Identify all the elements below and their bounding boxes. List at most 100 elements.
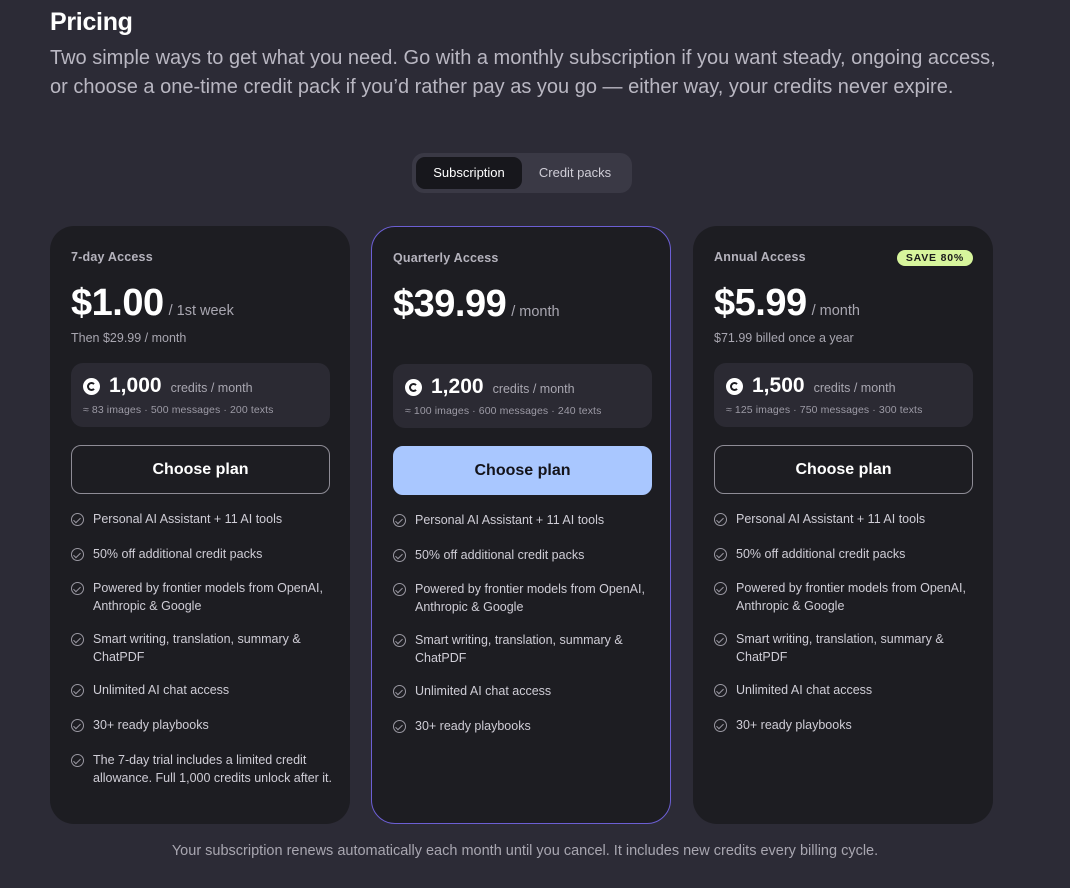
check-circle-icon [393, 685, 406, 698]
feature-item: Smart writing, translation, summary & Ch… [393, 632, 655, 667]
check-circle-icon [71, 633, 84, 646]
feature-item: Powered by frontier models from OpenAI, … [714, 580, 976, 615]
credit-coin-icon [726, 377, 743, 395]
plan-name: Quarterly Access [393, 251, 499, 265]
page-intro: Two simple ways to get what you need. Go… [50, 47, 996, 98]
feature-item: 50% off additional credit packs [714, 546, 905, 564]
choose-plan-button[interactable]: Choose plan [714, 445, 973, 494]
price-row: $1.00 / 1st week [71, 282, 234, 325]
check-circle-icon [393, 634, 406, 647]
feature-item: Unlimited AI chat access [714, 682, 872, 700]
choose-plan-button[interactable]: Choose plan [393, 446, 652, 495]
plan-billing: Then $29.99 / month [71, 331, 187, 345]
feature-text: Unlimited AI chat access [415, 684, 552, 698]
feature-text: Smart writing, translation, summary & Ch… [736, 632, 944, 664]
feature-text: 30+ ready playbooks [415, 719, 531, 733]
feature-text: 50% off additional credit packs [93, 547, 263, 561]
feature-item: Powered by frontier models from OpenAI, … [71, 580, 333, 615]
plan-price: $5.99 [714, 282, 807, 324]
feature-item: 30+ ready playbooks [393, 718, 531, 736]
feature-text: Unlimited AI chat access [736, 683, 873, 697]
check-circle-icon [393, 514, 406, 527]
credits-amount: 1,000 [109, 374, 162, 397]
feature-item: Unlimited AI chat access [393, 683, 551, 701]
pricing-page: Pricing Two simple ways to get what you … [0, 0, 1070, 888]
plan-period: / 1st week [168, 303, 234, 319]
check-circle-icon [393, 549, 406, 562]
credits-amount: 1,200 [431, 375, 484, 398]
toggle-credit-packs[interactable]: Credit packs [522, 157, 628, 189]
feature-text: Unlimited AI chat access [93, 683, 230, 697]
feature-text: Personal AI Assistant + 11 AI tools [415, 513, 605, 527]
plan-billing: $71.99 billed once a year [714, 331, 854, 345]
feature-item: 50% off additional credit packs [393, 547, 584, 565]
plan-period: / month [511, 304, 560, 320]
credit-coin-icon [405, 378, 422, 396]
credits-unit: credits / month [170, 380, 253, 395]
feature-text: Powered by frontier models from OpenAI, … [415, 582, 645, 614]
plan-period: / month [811, 303, 860, 319]
check-circle-icon [714, 582, 727, 595]
feature-text: 30+ ready playbooks [736, 718, 852, 732]
credits-box: 1,000 credits / month ≈ 83 images · 500 … [71, 363, 330, 427]
check-circle-icon [71, 684, 84, 697]
feature-item: Personal AI Assistant + 11 AI tools [393, 512, 604, 530]
check-circle-icon [714, 684, 727, 697]
price-row: $5.99 / month [714, 282, 860, 325]
feature-text: Smart writing, translation, summary & Ch… [415, 633, 623, 665]
feature-item: 30+ ready playbooks [714, 717, 852, 735]
feature-item: Powered by frontier models from OpenAI, … [393, 581, 655, 616]
feature-text: Powered by frontier models from OpenAI, … [93, 581, 323, 613]
feature-text: 30+ ready playbooks [93, 718, 209, 732]
plan-card-annual: Annual Access SAVE 80% $5.99 / month $71… [693, 226, 993, 824]
check-circle-icon [71, 513, 84, 526]
plan-name: Annual Access [714, 250, 806, 264]
feature-text: Personal AI Assistant + 11 AI tools [736, 512, 926, 526]
plan-price: $39.99 [393, 283, 507, 325]
feature-item: Unlimited AI chat access [71, 682, 229, 700]
renewal-note: Your subscription renews automatically e… [171, 843, 879, 859]
save-badge: SAVE 80% [896, 250, 973, 266]
feature-item: Smart writing, translation, summary & Ch… [714, 631, 976, 666]
credits-unit: credits / month [813, 380, 896, 395]
feature-item: Personal AI Assistant + 11 AI tools [714, 511, 925, 529]
feature-text: Smart writing, translation, summary & Ch… [93, 632, 301, 664]
check-circle-icon [393, 720, 406, 733]
check-circle-icon [393, 583, 406, 596]
feature-text: The 7-day trial includes a limited credi… [93, 753, 333, 785]
credits-box: 1,200 credits / month ≈ 100 images · 600… [393, 364, 652, 428]
check-circle-icon [714, 633, 727, 646]
plan-card-quarterly: Quarterly Access $39.99 / month 1,200 cr… [371, 226, 671, 824]
credit-coin-icon [83, 377, 100, 395]
credits-box: 1,500 credits / month ≈ 125 images · 750… [714, 363, 973, 427]
feature-text: 50% off additional credit packs [736, 547, 906, 561]
feature-item: 30+ ready playbooks [71, 717, 209, 735]
credits-breakdown: ≈ 100 images · 600 messages · 240 texts [405, 405, 602, 417]
credits-amount: 1,500 [752, 374, 805, 397]
check-circle-icon [71, 719, 84, 732]
check-circle-icon [714, 719, 727, 732]
credits-unit: credits / month [492, 381, 575, 396]
feature-text: Personal AI Assistant + 11 AI tools [93, 512, 283, 526]
feature-item: Personal AI Assistant + 11 AI tools [71, 511, 282, 529]
feature-item: Smart writing, translation, summary & Ch… [71, 631, 333, 666]
feature-item: The 7-day trial includes a limited credi… [71, 752, 333, 787]
toggle-subscription[interactable]: Subscription [416, 157, 522, 189]
choose-plan-button[interactable]: Choose plan [71, 445, 330, 494]
plan-price: $1.00 [71, 282, 164, 324]
feature-text: Powered by frontier models from OpenAI, … [736, 581, 966, 613]
feature-text: 50% off additional credit packs [415, 548, 585, 562]
credits-breakdown: ≈ 125 images · 750 messages · 300 texts [726, 404, 923, 416]
price-row: $39.99 / month [393, 283, 560, 326]
check-circle-icon [714, 548, 727, 561]
check-circle-icon [71, 582, 84, 595]
check-circle-icon [71, 754, 84, 767]
feature-item: 50% off additional credit packs [71, 546, 262, 564]
check-circle-icon [71, 548, 84, 561]
plan-name: 7-day Access [71, 250, 153, 264]
credits-breakdown: ≈ 83 images · 500 messages · 200 texts [83, 404, 274, 416]
check-circle-icon [714, 513, 727, 526]
billing-toggle: Subscription Credit packs [412, 153, 632, 193]
page-title: Pricing [50, 8, 133, 36]
plan-card-7-day: 7-day Access $1.00 / 1st week Then $29.9… [50, 226, 350, 824]
